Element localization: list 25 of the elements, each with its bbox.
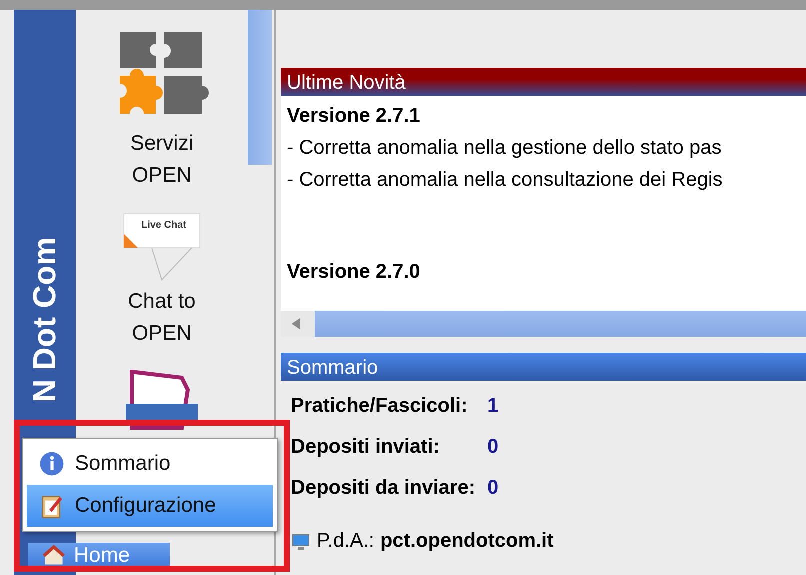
stat-value: 0 (488, 477, 499, 500)
stat-value: 0 (488, 436, 499, 459)
sidebar-item-label[interactable]: Chat to OPEN (128, 286, 196, 350)
stat-label: Depositi da inviare: (291, 477, 476, 500)
version-heading: Versione 2.7.1 (287, 104, 422, 129)
change-note: - Corretta anomalia nella consultazione dei Regis (287, 168, 724, 193)
version-heading: Versione 2.7.0 (287, 260, 422, 285)
scrollbar-thumb[interactable] (248, 10, 272, 165)
pda-value: pct.opendotcom.it (380, 530, 554, 553)
info-icon (39, 451, 65, 477)
stat-label: Pratiche/Fascicoli: (291, 395, 469, 418)
panel-header: Ultime Novità (281, 68, 806, 96)
scrollbar-thumb[interactable] (315, 311, 806, 337)
menu-item[interactable]: Configurazione (27, 485, 273, 527)
change-note: - Corretta anomalia nella gestione dello stato pas (287, 136, 723, 161)
sidebar-item-label[interactable]: Servizi OPEN (130, 128, 194, 192)
brand-title: N Dot Com (26, 237, 64, 403)
menu-item[interactable]: Sommario (27, 443, 273, 485)
stat-value: 1 (488, 395, 499, 418)
house-icon (42, 545, 66, 567)
stat-label: Depositi inviati: (291, 436, 441, 459)
scroll-left-icon[interactable] (289, 317, 303, 331)
panel-header: Sommario (281, 353, 806, 381)
computer-icon (291, 532, 311, 552)
pda-label: P.d.A.: (317, 530, 374, 553)
